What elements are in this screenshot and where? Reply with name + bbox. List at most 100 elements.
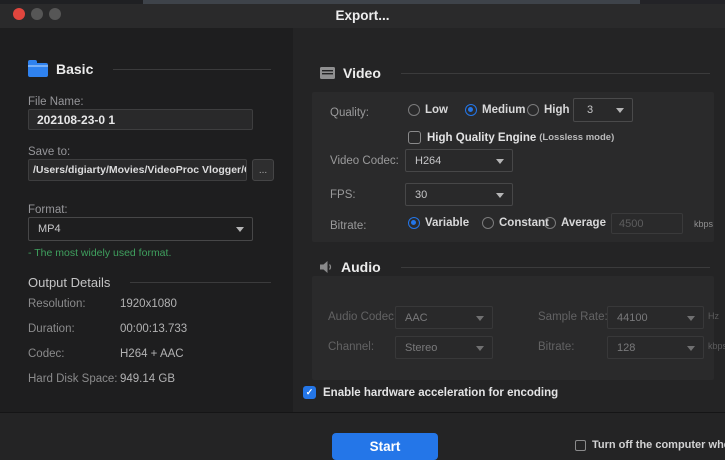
hard-disk-space-value: 949.14 GB xyxy=(120,373,175,385)
footer-bar: Start Turn off the computer when the tas… xyxy=(0,412,725,460)
video-section-title: Video xyxy=(343,65,381,81)
sample-rate-dropdown: 44100 xyxy=(607,306,704,329)
channel-label: Channel: xyxy=(328,341,374,353)
browse-button[interactable]: ... xyxy=(252,159,274,181)
audio-section-title: Audio xyxy=(341,259,381,275)
bitrate-radio-constant[interactable]: Constant xyxy=(482,216,549,230)
resolution-label: Resolution: xyxy=(28,298,86,310)
save-to-input[interactable]: /Users/digiarty/Movies/VideoProc Vlogger… xyxy=(28,159,247,181)
quality-radio-high[interactable]: High xyxy=(527,103,570,117)
titlebar: Export... xyxy=(0,4,725,28)
divider xyxy=(401,73,710,74)
hardware-acceleration-label: Enable hardware acceleration for encodin… xyxy=(323,387,558,399)
bitrate-option-label: Average xyxy=(561,217,606,229)
audio-codec-label: Audio Codec: xyxy=(328,311,397,323)
audio-bitrate-dropdown: 128 xyxy=(607,336,704,359)
audio-codec-dropdown: AAC xyxy=(395,306,493,329)
radio-selected-icon xyxy=(465,104,477,116)
file-name-label: File Name: xyxy=(28,96,84,108)
format-label: Format: xyxy=(28,204,68,216)
sample-rate-label: Sample Rate: xyxy=(538,311,608,323)
folder-icon xyxy=(28,63,48,77)
chevron-down-icon xyxy=(496,193,504,198)
quality-option-label: Low xyxy=(425,104,448,116)
bitrate-radio-variable[interactable]: Variable xyxy=(408,216,469,230)
file-name-input[interactable]: 202108-23-0 1 xyxy=(28,109,253,130)
quality-level-dropdown[interactable]: 3 xyxy=(573,98,633,122)
quality-option-label: Medium xyxy=(482,104,525,116)
bitrate-input[interactable]: 4500 xyxy=(611,213,683,234)
video-codec-dropdown[interactable]: H264 xyxy=(405,149,513,172)
radio-icon xyxy=(544,217,556,229)
bitrate-value: 4500 xyxy=(612,218,643,230)
chevron-down-icon xyxy=(687,316,695,321)
bitrate-radio-average[interactable]: Average xyxy=(544,216,606,230)
channel-value: Stereo xyxy=(405,342,437,354)
fps-value: 30 xyxy=(415,189,427,201)
speaker-icon xyxy=(320,261,333,273)
quality-level-value: 3 xyxy=(587,104,593,116)
audio-settings-group: Audio Codec: AAC Sample Rate: 44100 Hz C… xyxy=(312,276,714,380)
sample-rate-value: 44100 xyxy=(617,312,648,324)
output-details-title: Output Details xyxy=(28,275,110,290)
file-name-value: 202108-23-0 1 xyxy=(29,113,115,127)
audio-codec-value: AAC xyxy=(405,312,428,324)
audio-settings-disabled-area: Audio Codec: AAC Sample Rate: 44100 Hz C… xyxy=(312,276,714,380)
radio-icon xyxy=(482,217,494,229)
save-to-value: /Users/digiarty/Movies/VideoProc Vlogger… xyxy=(29,164,247,176)
output-detail-row: Duration: 00:00:13.733 xyxy=(28,323,277,337)
export-dialog: Export... Basic File Name: 202108-23-0 1… xyxy=(0,0,725,460)
radio-icon xyxy=(408,104,420,116)
video-section-header: Video xyxy=(320,64,710,82)
checkbox-icon xyxy=(408,131,421,144)
divider xyxy=(130,282,271,283)
video-settings-group: Quality: Low Medium High 3 High Quality … xyxy=(312,92,714,242)
video-codec-label: Video Codec: xyxy=(330,155,399,167)
fps-dropdown[interactable]: 30 xyxy=(405,183,513,206)
bitrate-label: Bitrate: xyxy=(330,220,366,232)
chevron-down-icon xyxy=(496,159,504,164)
output-detail-row: Resolution: 1920x1080 xyxy=(28,298,277,312)
radio-icon xyxy=(527,104,539,116)
duration-value: 00:00:13.733 xyxy=(120,323,187,335)
quality-radio-medium[interactable]: Medium xyxy=(465,103,525,117)
output-detail-row: Codec: H264 + AAC xyxy=(28,348,277,362)
high-quality-engine-checkbox[interactable]: High Quality Engine (Lossless mode) xyxy=(408,131,614,144)
turn-off-computer-checkbox[interactable]: Turn off the computer when the task is f xyxy=(575,439,725,451)
output-details-header: Output Details xyxy=(28,273,271,291)
window-title: Export... xyxy=(0,8,725,23)
turn-off-computer-label: Turn off the computer when the task is f xyxy=(592,439,725,451)
audio-bitrate-value: 128 xyxy=(617,342,635,354)
high-quality-engine-label: High Quality Engine xyxy=(427,132,536,144)
settings-panel: Video Quality: Low Medium High 3 xyxy=(293,28,725,412)
basic-section-title: Basic xyxy=(56,61,93,77)
audio-section-header: Audio xyxy=(320,258,710,276)
quality-radio-low[interactable]: Low xyxy=(408,103,448,117)
basic-section-header: Basic xyxy=(28,60,271,78)
film-icon xyxy=(320,67,335,79)
bitrate-option-label: Variable xyxy=(425,217,469,229)
divider xyxy=(401,267,710,268)
chevron-down-icon xyxy=(476,316,484,321)
audio-bitrate-unit: kbps xyxy=(708,341,725,351)
checkbox-checked-icon xyxy=(303,386,316,399)
basic-panel: Basic File Name: 202108-23-0 1 Save to: … xyxy=(0,28,293,412)
chevron-down-icon xyxy=(476,346,484,351)
format-value: MP4 xyxy=(38,223,61,235)
bitrate-option-label: Constant xyxy=(499,217,549,229)
radio-selected-icon xyxy=(408,217,420,229)
format-dropdown[interactable]: MP4 xyxy=(28,217,253,241)
hardware-acceleration-checkbox[interactable]: Enable hardware acceleration for encodin… xyxy=(303,386,558,399)
format-hint: - The most widely used format. xyxy=(28,247,171,259)
high-quality-engine-note: (Lossless mode) xyxy=(539,132,614,143)
save-to-label: Save to: xyxy=(28,146,70,158)
resolution-value: 1920x1080 xyxy=(120,298,177,310)
chevron-down-icon xyxy=(616,108,624,113)
chevron-down-icon xyxy=(236,227,244,232)
codec-label: Codec: xyxy=(28,348,64,360)
output-detail-row: Hard Disk Space: 949.14 GB xyxy=(28,373,277,387)
start-button[interactable]: Start xyxy=(332,433,438,460)
fps-label: FPS: xyxy=(330,189,356,201)
audio-bitrate-label: Bitrate: xyxy=(538,341,574,353)
checkbox-icon xyxy=(575,440,586,451)
